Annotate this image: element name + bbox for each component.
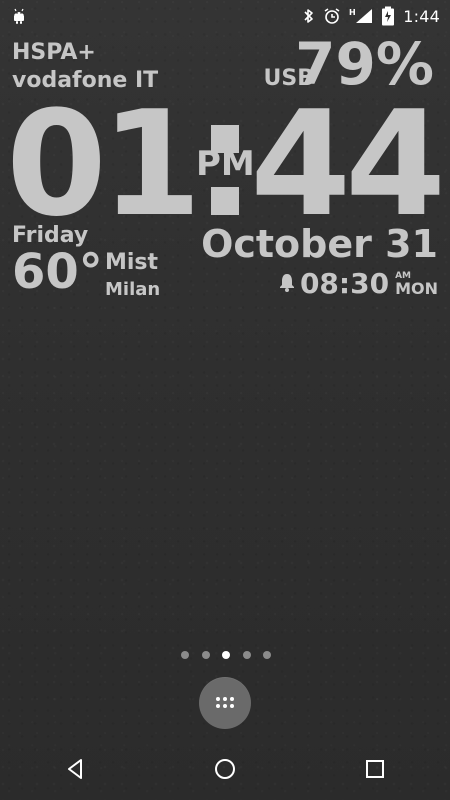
page-indicator xyxy=(181,650,271,660)
alarm-day: MON xyxy=(395,278,438,298)
clock-minutes: 44 xyxy=(250,80,446,249)
date: October 31 xyxy=(201,222,438,266)
status-time: 1:44 xyxy=(403,6,440,26)
bell-icon xyxy=(278,272,296,296)
clock-widget[interactable]: HSPA+ vodafone IT USB 79% 01 PM 44 Frida… xyxy=(0,0,450,320)
status-left xyxy=(10,7,28,25)
back-icon xyxy=(62,756,88,782)
alarm-meta: AM MON xyxy=(395,271,438,298)
alarm-time: 08:30 xyxy=(299,267,390,300)
app-grid-icon xyxy=(216,697,234,709)
page-dot-3[interactable] xyxy=(222,651,230,659)
temperature: 60° xyxy=(12,244,103,300)
network-type: HSPA+ xyxy=(12,40,96,65)
back-button[interactable] xyxy=(50,744,100,794)
recents-icon xyxy=(362,756,388,782)
weather-description: Mist xyxy=(105,250,159,275)
city-name: Milan xyxy=(105,279,161,300)
navigation-bar xyxy=(0,738,450,800)
alarm-icon xyxy=(323,7,341,25)
page-dot-1[interactable] xyxy=(181,651,189,659)
recents-button[interactable] xyxy=(350,744,400,794)
home-button[interactable] xyxy=(200,744,250,794)
clock-hours: 01 xyxy=(6,80,202,249)
colon-dot-top xyxy=(211,125,239,153)
colon-dot-bottom xyxy=(211,187,239,215)
battery-charging-icon xyxy=(381,6,395,26)
network-type-label: H xyxy=(349,8,356,17)
status-bar: H 1:44 xyxy=(0,0,450,32)
page-dot-5[interactable] xyxy=(263,651,271,659)
app-drawer-button[interactable] xyxy=(199,677,251,729)
page-dot-2[interactable] xyxy=(201,651,210,659)
android-icon xyxy=(10,7,28,25)
status-right: H 1:44 xyxy=(303,6,440,26)
next-alarm: 08:30 AM MON xyxy=(278,270,438,298)
clock-colon xyxy=(211,125,239,215)
page-dot-4[interactable] xyxy=(242,651,251,659)
signal-h-icon: H xyxy=(349,7,373,25)
bluetooth-icon xyxy=(303,7,315,25)
home-icon xyxy=(212,756,238,782)
